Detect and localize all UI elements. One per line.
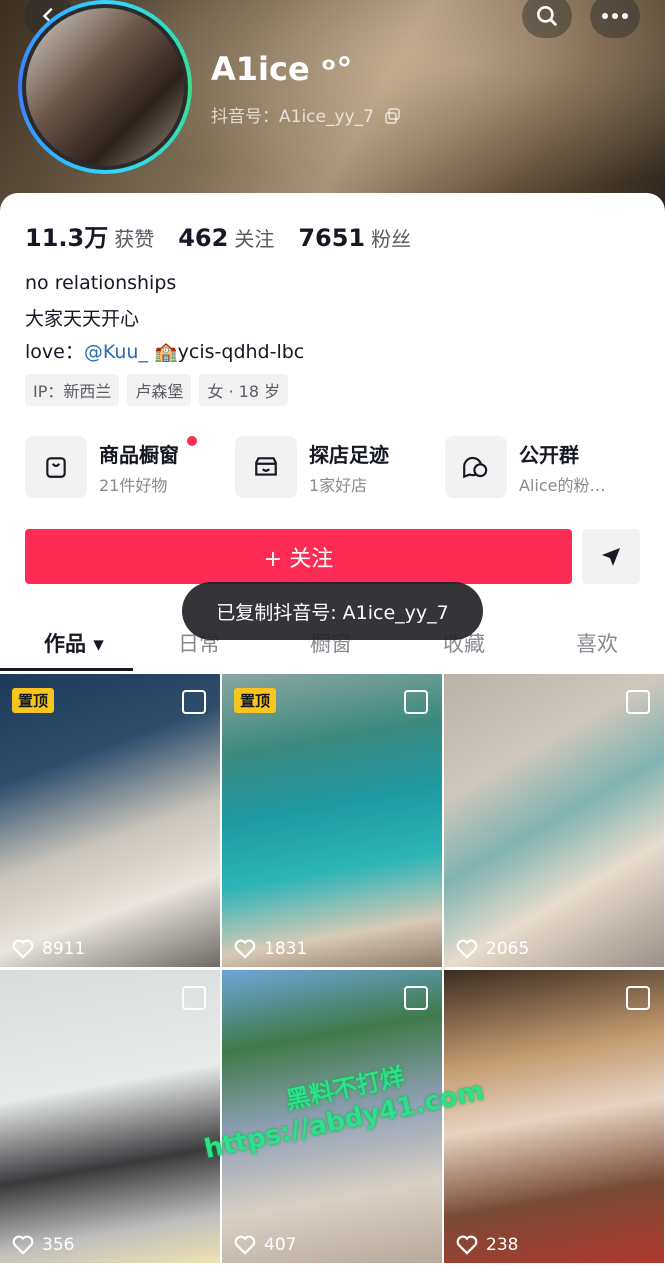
like-count: 238 — [456, 1235, 518, 1255]
like-count-value: 2065 — [486, 939, 530, 959]
select-checkbox[interactable] — [626, 690, 650, 714]
bio-line-3: love：@Kuu_ 🏫ycis-qdhd-lbc — [25, 337, 304, 364]
heart-icon — [234, 1235, 256, 1255]
video-thumb[interactable]: 置顶 8911 — [0, 674, 220, 967]
feature-title: 商品橱窗 — [99, 442, 179, 467]
uid-value: A1ice_yy_7 — [279, 107, 374, 127]
copy-icon[interactable] — [385, 108, 401, 124]
copied-toast: 已复制抖音号: A1ice_yy_7 — [182, 582, 483, 640]
bio-line-1: no relationships — [25, 272, 177, 294]
feature-subtitle: Alice的粉… — [519, 475, 606, 495]
like-count: 407 — [234, 1235, 296, 1255]
bio-love-prefix: love： — [25, 341, 84, 363]
more-icon — [602, 13, 628, 19]
likes-label: 获赞 — [114, 227, 155, 251]
following-count[interactable]: 462 — [178, 224, 228, 252]
heart-icon — [456, 1235, 478, 1255]
following-label: 关注 — [234, 227, 275, 251]
pinned-badge: 置顶 — [234, 688, 277, 713]
select-checkbox[interactable] — [404, 986, 428, 1010]
feature-subtitle: 1家好店 — [309, 475, 368, 495]
feature-title: 公开群 — [519, 442, 579, 467]
pinned-badge: 置顶 — [12, 688, 55, 713]
video-thumb[interactable]: 407 — [222, 970, 442, 1263]
likes-count[interactable]: 11.3万 — [25, 218, 108, 253]
like-count-value: 1831 — [264, 939, 308, 959]
stats-row: 11.3万 获赞 462 关注 7651 粉丝 — [25, 218, 435, 253]
follow-button[interactable]: + 关注 — [25, 529, 572, 584]
like-count-value: 356 — [42, 1235, 75, 1255]
like-count-value: 238 — [486, 1235, 519, 1255]
feature-public-group[interactable]: 公开群 Alice的粉… — [445, 436, 605, 498]
video-thumb[interactable]: 238 — [444, 970, 664, 1263]
send-icon — [602, 547, 620, 566]
followers-count[interactable]: 7651 — [298, 224, 365, 252]
followers-label: 粉丝 — [371, 227, 412, 251]
heart-icon — [12, 939, 34, 959]
video-thumb[interactable]: 置顶 1831 — [222, 674, 442, 967]
bag-icon — [25, 436, 87, 498]
heart-icon — [456, 939, 478, 959]
like-count: 1831 — [234, 939, 307, 959]
profile-uid[interactable]: 抖音号：A1ice_yy_7 — [211, 102, 401, 127]
feature-subtitle: 21件好物 — [99, 475, 168, 495]
video-thumb[interactable]: 2065 — [444, 674, 664, 967]
notification-dot — [187, 436, 197, 446]
video-thumb[interactable]: 356 — [0, 970, 220, 1263]
select-checkbox[interactable] — [404, 690, 428, 714]
profile-name: A1ice ᵒ° — [211, 50, 353, 88]
avatar — [22, 4, 188, 170]
chat-bubbles-icon — [445, 436, 507, 498]
heart-icon — [234, 939, 256, 959]
tab-likes[interactable]: 喜欢 — [576, 628, 618, 658]
tag-ip: IP：新西兰 — [25, 374, 120, 406]
feature-title: 探店足迹 — [309, 442, 389, 467]
like-count-value: 8911 — [42, 939, 86, 959]
profile-tags: IP：新西兰 卢森堡 女 · 18 岁 — [25, 374, 289, 406]
search-icon — [537, 6, 558, 27]
tab-works[interactable]: 作品 ▾ — [44, 628, 104, 658]
select-checkbox[interactable] — [182, 986, 206, 1010]
avatar-ring[interactable] — [18, 0, 192, 174]
share-button[interactable] — [582, 529, 640, 584]
like-count: 2065 — [456, 939, 529, 959]
like-count-value: 407 — [264, 1235, 297, 1255]
tag-gender-age: 女 · 18 岁 — [199, 374, 289, 406]
tag-location: 卢森堡 — [127, 374, 192, 406]
feature-shop-window[interactable]: 商品橱窗 21件好物 — [25, 436, 179, 498]
bio-mention-link[interactable]: @Kuu_ — [84, 341, 148, 363]
store-icon — [235, 436, 297, 498]
bio-love-suffix: 🏫ycis-qdhd-lbc — [154, 341, 305, 363]
active-tab-indicator — [0, 668, 133, 671]
like-count: 356 — [12, 1235, 74, 1255]
search-button[interactable] — [522, 0, 572, 38]
heart-icon — [12, 1235, 34, 1255]
select-checkbox[interactable] — [626, 986, 650, 1010]
select-checkbox[interactable] — [182, 690, 206, 714]
more-button[interactable] — [590, 0, 640, 38]
bio-line-2: 大家天天开心 — [25, 308, 140, 330]
like-count: 8911 — [12, 939, 85, 959]
uid-label: 抖音号： — [211, 107, 279, 127]
feature-store-visits[interactable]: 探店足迹 1家好店 — [235, 436, 389, 498]
